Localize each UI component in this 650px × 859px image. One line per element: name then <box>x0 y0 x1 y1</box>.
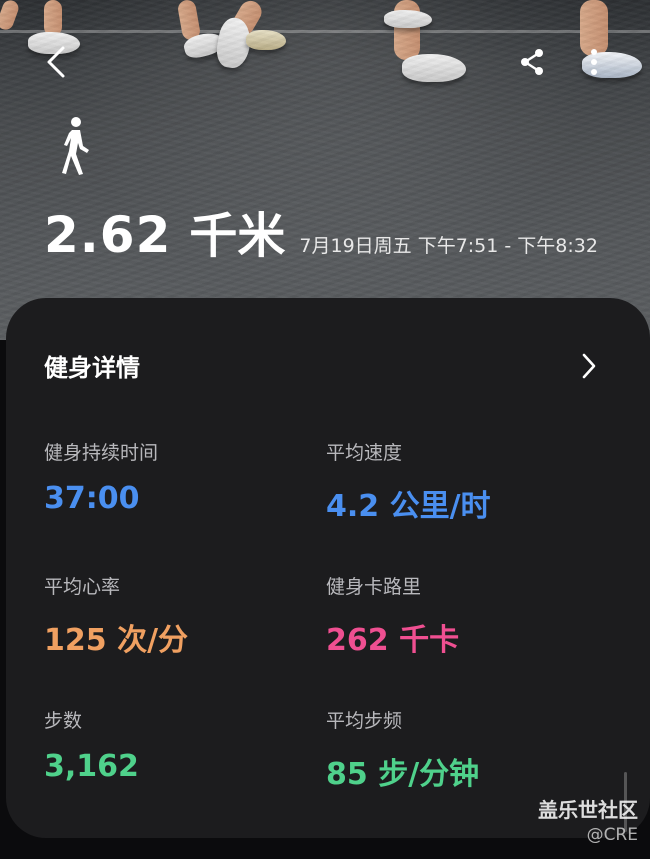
runner-leg <box>176 0 202 42</box>
metric-value: 37:00 <box>44 481 140 516</box>
metric-steps: 步数 3,162 <box>44 706 139 784</box>
metric-label: 平均心率 <box>44 576 121 598</box>
workout-screen: 2.62 千米 7月19日周五 下午7:51 - 下午8:32 健身详情 健身持… <box>0 0 650 859</box>
metric-label: 健身卡路里 <box>326 576 422 598</box>
more-vertical-icon <box>591 49 597 75</box>
runner-shoe <box>246 30 286 50</box>
activity-time-range: 7月19日周五 下午7:51 - 下午8:32 <box>299 235 598 257</box>
runner-leg <box>44 0 62 36</box>
chevron-right-icon <box>582 353 596 378</box>
distance-summary: 2.62 千米 7月19日周五 下午7:51 - 下午8:32 <box>44 196 598 266</box>
more-options-button[interactable] <box>572 40 616 84</box>
metric-value: 4.2 公里/时 <box>326 489 491 524</box>
details-header[interactable]: 健身详情 <box>44 348 604 383</box>
metric-avg-speed: 平均速度 4.2 公里/时 <box>326 438 491 525</box>
metric-label: 平均速度 <box>326 442 403 464</box>
details-title: 健身详情 <box>44 354 140 382</box>
runner-shoe <box>402 54 466 82</box>
details-chevron-button[interactable] <box>574 351 604 381</box>
share-button[interactable] <box>510 40 554 84</box>
metric-label: 平均步频 <box>326 710 403 732</box>
metric-value: 3,162 <box>44 749 139 784</box>
metric-duration: 健身持续时间 37:00 <box>44 438 158 516</box>
back-arrow-icon <box>47 46 65 78</box>
walking-icon <box>56 116 96 176</box>
metric-label: 步数 <box>44 710 83 732</box>
runner-shoe <box>213 15 255 71</box>
watermark-title: 盖乐世社区 <box>538 798 638 822</box>
metric-value: 262 千卡 <box>326 623 460 658</box>
metric-avg-cadence: 平均步频 85 步/分钟 <box>326 706 479 793</box>
share-icon <box>521 49 543 75</box>
distance-value: 2.62 <box>44 206 172 264</box>
distance-unit: 千米 <box>189 208 286 264</box>
runner-shoe <box>384 10 432 28</box>
runner-shoe <box>181 29 227 61</box>
workout-details-card: 健身详情 健身持续时间 37:00 平均速度 4.2 公里/时 平均心率 125… <box>6 298 650 838</box>
metric-calories: 健身卡路里 262 千卡 <box>326 572 459 659</box>
metric-label: 健身持续时间 <box>44 442 159 464</box>
metric-value: 85 步/分钟 <box>326 757 480 792</box>
runner-leg <box>228 0 266 40</box>
metric-avg-heart-rate: 平均心率 125 次/分 <box>44 572 188 659</box>
runner-leg <box>394 0 420 60</box>
watermark-subtitle: @CRE <box>586 825 638 845</box>
community-watermark: 盖乐世社区 @CRE <box>538 794 638 845</box>
runner-leg <box>0 0 21 32</box>
back-button[interactable] <box>34 40 78 84</box>
metric-value: 125 次/分 <box>44 623 189 658</box>
